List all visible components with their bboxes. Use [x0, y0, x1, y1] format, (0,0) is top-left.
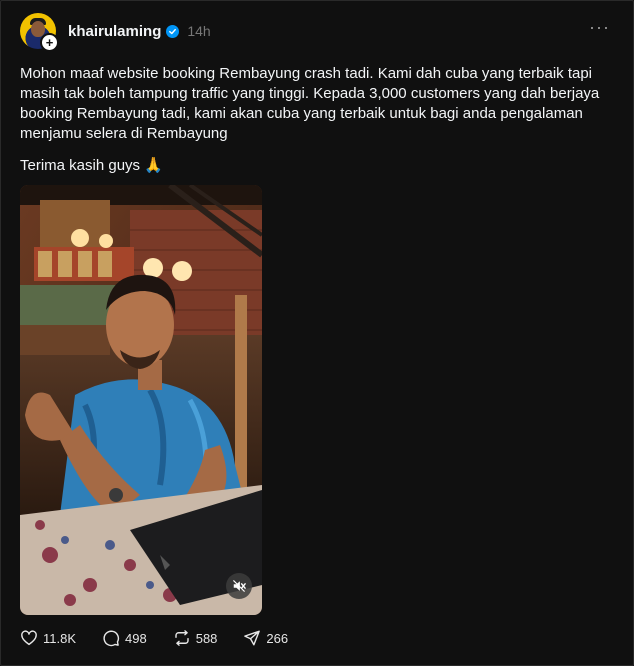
like-button[interactable]: 11.8K: [20, 629, 76, 647]
post-paragraph: Terima kasih guys 🙏: [20, 157, 163, 174]
share-button[interactable]: 266: [243, 629, 288, 647]
reply-button[interactable]: 498: [102, 629, 147, 647]
post-time[interactable]: 14h: [187, 23, 210, 39]
repost-button[interactable]: 588: [173, 629, 218, 647]
reply-count: 498: [125, 630, 147, 646]
avatar[interactable]: +: [20, 13, 59, 52]
verified-badge-icon: [166, 24, 180, 38]
post-actions: 11.8K 498 588 266: [20, 629, 314, 647]
post-paragraph: Mohon maaf website booking Rembayung cra…: [20, 65, 600, 142]
post-text: Mohon maaf website booking Rembayung cra…: [20, 64, 615, 188]
post-video[interactable]: [20, 185, 262, 615]
send-icon: [244, 630, 261, 646]
mute-icon[interactable]: [226, 573, 252, 599]
more-options-icon[interactable]: ···: [589, 18, 610, 36]
comment-icon: [103, 630, 120, 647]
post-header: + khairulaming 14h: [20, 13, 211, 52]
heart-icon: [21, 630, 37, 646]
share-count: 266: [266, 630, 289, 646]
repost-count: 588: [195, 630, 218, 646]
follow-plus-icon[interactable]: +: [40, 33, 59, 52]
video-frame-image: [20, 185, 262, 615]
like-count: 11.8K: [43, 630, 77, 646]
repost-icon: [175, 630, 189, 646]
username[interactable]: khairulaming: [68, 23, 161, 40]
